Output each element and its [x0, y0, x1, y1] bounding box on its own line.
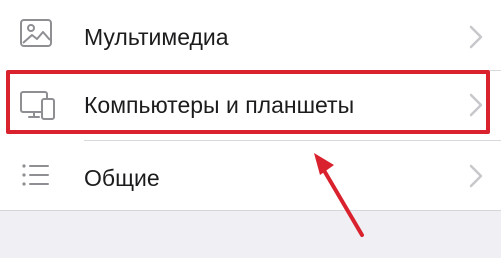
- annotation-arrow-icon: [314, 153, 364, 237]
- chevron-right-icon: [469, 164, 483, 188]
- chevron-right-icon: [469, 25, 483, 49]
- settings-item-label: Мультимедиа: [84, 24, 229, 50]
- list-icon: [18, 156, 58, 196]
- settings-item-label: Общие: [84, 165, 160, 191]
- settings-item-multimedia[interactable]: Мультимедиа: [0, 0, 501, 70]
- settings-item-general[interactable]: Общие: [0, 140, 501, 210]
- highlight-box: [6, 70, 490, 134]
- photo-icon: [18, 14, 58, 54]
